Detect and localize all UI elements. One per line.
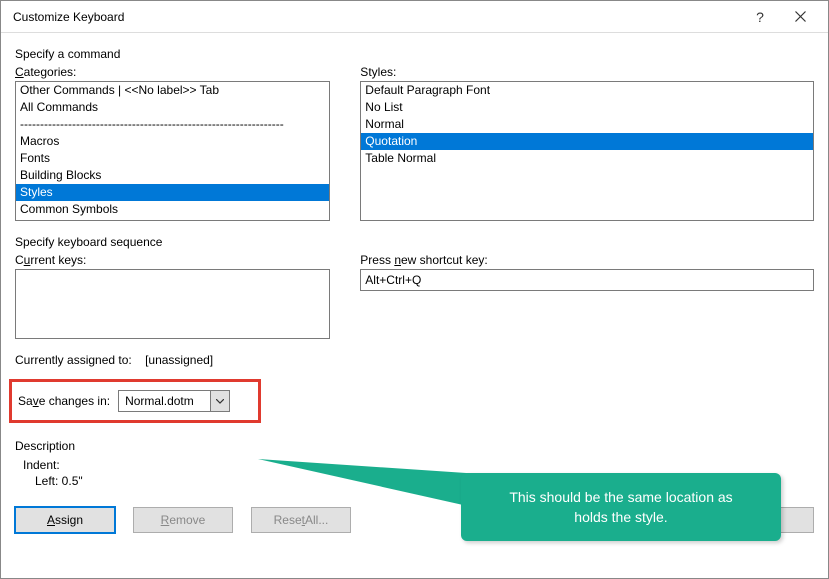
press-new-label: Press new shortcut key: [360,253,814,267]
save-changes-row: Save changes in: Normal.dotm [9,379,261,423]
current-keys-label: Current keys: [15,253,330,267]
categories-listbox[interactable]: Other Commands | <<No label>> TabAll Com… [15,81,330,221]
assign-button[interactable]: Assign [15,507,115,533]
description-label: Description [15,439,814,453]
press-new-shortcut-input[interactable] [360,269,814,291]
list-item[interactable]: Macros [16,133,329,150]
list-item[interactable]: Quotation [361,133,813,150]
annotation-callout: This should be the same location as hold… [461,473,781,541]
chevron-down-icon [216,399,224,404]
current-keys-listbox[interactable] [15,269,330,339]
list-item[interactable]: Building Blocks [16,167,329,184]
styles-label: Styles: [360,65,814,79]
currently-assigned-row: Currently assigned to: [unassigned] [15,353,814,367]
close-window-button[interactable] [780,2,820,32]
styles-listbox[interactable]: Default Paragraph FontNo ListNormalQuota… [360,81,814,221]
list-item[interactable]: Default Paragraph Font [361,82,813,99]
save-changes-value: Normal.dotm [118,390,210,412]
help-button[interactable]: ? [740,2,780,32]
save-changes-label: Save changes in: [18,394,110,408]
remove-button[interactable]: Remove [133,507,233,533]
reset-all-button[interactable]: Reset All... [251,507,351,533]
close-icon [795,11,806,22]
specify-command-label: Specify a command [15,47,814,61]
list-item[interactable]: All Commands [16,99,329,116]
specify-sequence-label: Specify keyboard sequence [15,235,814,249]
dropdown-button[interactable] [210,390,230,412]
save-changes-dropdown[interactable]: Normal.dotm [118,390,230,412]
list-item[interactable]: Fonts [16,150,329,167]
list-item[interactable]: Normal [361,116,813,133]
categories-label: Categories: [15,65,330,79]
list-item[interactable]: Styles [16,184,329,201]
title-bar: Customize Keyboard ? [1,1,828,33]
list-item[interactable]: Table Normal [361,150,813,167]
window-title: Customize Keyboard [13,10,740,24]
list-item[interactable]: ----------------------------------------… [16,116,329,133]
list-item[interactable]: Common Symbols [16,201,329,218]
list-item[interactable]: No List [361,99,813,116]
list-item[interactable]: Other Commands | <<No label>> Tab [16,82,329,99]
